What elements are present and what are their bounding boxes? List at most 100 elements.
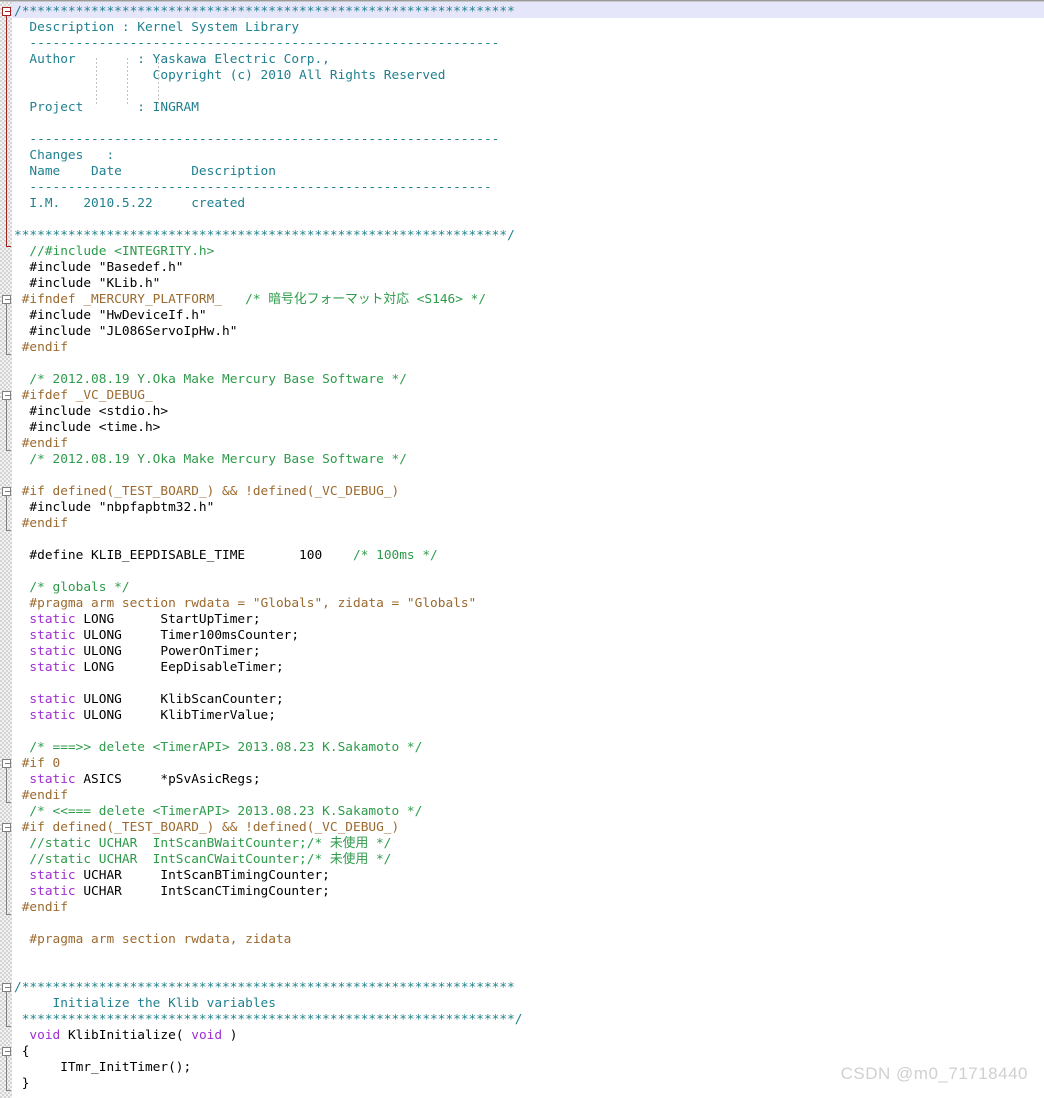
code-line[interactable]: //#include <INTEGRITY.h> bbox=[14, 244, 214, 260]
code-token: #if defined(_TEST_BOARD_) && !defined(_V… bbox=[14, 484, 400, 499]
code-token: #if defined(_TEST_BOARD_) && !defined(_V… bbox=[14, 820, 400, 835]
code-token: #include "KLib.h" bbox=[14, 276, 161, 291]
code-token: Initialize the Klib variables bbox=[14, 996, 276, 1011]
code-token: LONG StartUpTimer; bbox=[75, 612, 261, 627]
code-line[interactable]: /* 2012.08.19 Y.Oka Make Mercury Base So… bbox=[14, 372, 407, 388]
code-line[interactable]: #if defined(_TEST_BOARD_) && !defined(_V… bbox=[14, 820, 400, 836]
code-line[interactable]: Initialize the Klib variables bbox=[14, 996, 276, 1012]
code-line[interactable]: #include "HwDeviceIf.h" bbox=[14, 308, 207, 324]
code-line[interactable]: static ULONG KlibTimerValue; bbox=[14, 708, 276, 724]
code-line[interactable]: #ifdef _VC_DEBUG_ bbox=[14, 388, 153, 404]
code-line[interactable]: #endif bbox=[14, 788, 68, 804]
code-line[interactable]: static LONG EepDisableTimer; bbox=[14, 660, 283, 676]
code-line[interactable]: { bbox=[14, 1044, 30, 1060]
code-line[interactable]: ****************************************… bbox=[14, 228, 515, 244]
code-line[interactable]: #endif bbox=[14, 900, 68, 916]
code-line[interactable]: ----------------------------------------… bbox=[14, 36, 499, 52]
code-token: #endif bbox=[14, 436, 68, 451]
code-line[interactable]: #include "nbpfapbtm32.h" bbox=[14, 500, 214, 516]
code-line[interactable]: #if 0 bbox=[14, 756, 61, 772]
code-line[interactable]: #pragma arm section rwdata, zidata bbox=[14, 932, 291, 948]
code-line[interactable]: /* 2012.08.19 Y.Oka Make Mercury Base So… bbox=[14, 452, 407, 468]
code-token: Description : Kernel System Library bbox=[14, 20, 300, 35]
code-line[interactable]: #endif bbox=[14, 340, 68, 356]
code-token: ----------------------------------------… bbox=[14, 36, 500, 51]
fold-region-if-zero-end bbox=[6, 802, 11, 803]
code-line[interactable]: static UCHAR IntScanBTimingCounter; bbox=[14, 868, 330, 884]
code-token: #endif bbox=[14, 340, 68, 355]
code-token: #ifdef _VC_DEBUG_ bbox=[14, 388, 153, 403]
code-line[interactable]: I.M. 2010.5.22 created bbox=[14, 196, 245, 212]
code-token: /* <<=== delete <TimerAPI> 2013.08.23 K.… bbox=[14, 804, 423, 819]
fold-region-if-testboard-2-bar bbox=[6, 832, 7, 914]
code-line[interactable]: /* <<=== delete <TimerAPI> 2013.08.23 K.… bbox=[14, 804, 422, 820]
fold-region-ifdef-vcdebug-bar bbox=[6, 400, 7, 450]
code-token: #define KLIB_EEPDISABLE_TIME 100 bbox=[14, 548, 353, 563]
fold-region-if-zero-bar bbox=[6, 768, 7, 802]
fold-region-if-testboard-1-toggle[interactable] bbox=[2, 487, 11, 496]
code-line[interactable]: #include <stdio.h> bbox=[14, 404, 168, 420]
code-line[interactable]: static LONG StartUpTimer; bbox=[14, 612, 261, 628]
code-line[interactable]: void KlibInitialize( void ) bbox=[14, 1028, 237, 1044]
code-token: static bbox=[14, 868, 76, 883]
code-line[interactable]: static ULONG PowerOnTimer; bbox=[14, 644, 260, 660]
code-token: Copyright (c) 2010 All Rights Reserved bbox=[14, 68, 446, 83]
code-line[interactable]: } bbox=[14, 1076, 30, 1092]
code-line[interactable]: Copyright (c) 2010 All Rights Reserved bbox=[14, 68, 446, 84]
code-token: ****************************************… bbox=[14, 1012, 523, 1027]
fold-region-file-header-bar bbox=[6, 16, 7, 246]
code-line[interactable]: #include <time.h> bbox=[14, 420, 160, 436]
code-line[interactable]: /* globals */ bbox=[14, 580, 129, 596]
code-line[interactable]: #include "KLib.h" bbox=[14, 276, 160, 292]
code-line[interactable]: /***************************************… bbox=[14, 4, 515, 20]
code-token: #include "HwDeviceIf.h" bbox=[14, 308, 207, 323]
fold-region-if-testboard-2-toggle[interactable] bbox=[2, 823, 11, 832]
code-line[interactable]: Changes : bbox=[14, 148, 114, 164]
code-line[interactable]: ----------------------------------------… bbox=[14, 180, 491, 196]
code-line[interactable]: Author : Yaskawa Electric Corp., bbox=[14, 52, 329, 68]
fold-region-func-banner-toggle[interactable] bbox=[2, 983, 11, 992]
fold-region-file-header-toggle[interactable] bbox=[2, 7, 11, 16]
code-line[interactable]: Description : Kernel System Library bbox=[14, 20, 299, 36]
code-line[interactable]: #endif bbox=[14, 436, 68, 452]
code-line[interactable]: Name Date Description bbox=[14, 164, 276, 180]
code-line[interactable]: static ASICS *pSvAsicRegs; bbox=[14, 772, 260, 788]
code-token: static bbox=[14, 628, 76, 643]
code-line[interactable]: Project : INGRAM bbox=[14, 100, 199, 116]
code-token: void bbox=[191, 1028, 223, 1043]
code-line[interactable]: static ULONG KlibScanCounter; bbox=[14, 692, 283, 708]
code-line[interactable]: static UCHAR IntScanCTimingCounter; bbox=[14, 884, 329, 900]
code-token: UCHAR IntScanBTimingCounter; bbox=[75, 868, 330, 883]
code-line[interactable]: #define KLIB_EEPDISABLE_TIME 100 /* 100m… bbox=[14, 548, 437, 564]
code-line[interactable]: ****************************************… bbox=[14, 1012, 523, 1028]
code-token: static bbox=[14, 660, 76, 675]
code-line[interactable]: #pragma arm section rwdata = "Globals", … bbox=[14, 596, 476, 612]
code-token: /***************************************… bbox=[14, 980, 515, 995]
code-line[interactable]: ----------------------------------------… bbox=[14, 132, 499, 148]
code-line[interactable]: //static UCHAR IntScanBWaitCounter;/* 未使… bbox=[14, 836, 391, 852]
fold-region-func-body-toggle[interactable] bbox=[2, 1047, 11, 1056]
code-token: #ifndef _MERCURY_PLATFORM_ bbox=[14, 292, 223, 307]
code-line[interactable]: #endif bbox=[14, 516, 68, 532]
code-line[interactable]: #include "JL086ServoIpHw.h" bbox=[14, 324, 237, 340]
code-line[interactable]: //static UCHAR IntScanCWaitCounter;/* 未使… bbox=[14, 852, 391, 868]
code-line[interactable]: /***************************************… bbox=[14, 980, 515, 996]
indent-guide bbox=[96, 58, 97, 106]
fold-region-ifdef-vcdebug-toggle[interactable] bbox=[2, 391, 11, 400]
code-token: static bbox=[14, 708, 76, 723]
fold-region-ifndef-mercury-toggle[interactable] bbox=[2, 295, 11, 304]
code-token: #include "JL086ServoIpHw.h" bbox=[14, 324, 238, 339]
code-token: } bbox=[14, 1076, 30, 1091]
fold-region-if-zero-toggle[interactable] bbox=[2, 759, 11, 768]
code-line[interactable]: /* ===>> delete <TimerAPI> 2013.08.23 K.… bbox=[14, 740, 422, 756]
code-line[interactable]: ITmr_InitTimer(); bbox=[14, 1060, 191, 1076]
code-line[interactable]: #if defined(_TEST_BOARD_) && !defined(_V… bbox=[14, 484, 400, 500]
code-token: //static UCHAR IntScanCWaitCounter;/* 未使… bbox=[14, 852, 392, 867]
code-line[interactable]: #include "Basedef.h" bbox=[14, 260, 183, 276]
code-line[interactable]: static ULONG Timer100msCounter; bbox=[14, 628, 299, 644]
code-token: Project : INGRAM bbox=[14, 100, 199, 115]
code-token: #pragma arm section rwdata = "Globals", … bbox=[14, 596, 477, 611]
code-text-surface[interactable]: /***************************************… bbox=[0, 0, 1044, 1098]
code-line[interactable]: #ifndef _MERCURY_PLATFORM_ /* 暗号化フォーマット対… bbox=[14, 292, 486, 308]
code-token: KlibInitialize bbox=[60, 1028, 176, 1043]
